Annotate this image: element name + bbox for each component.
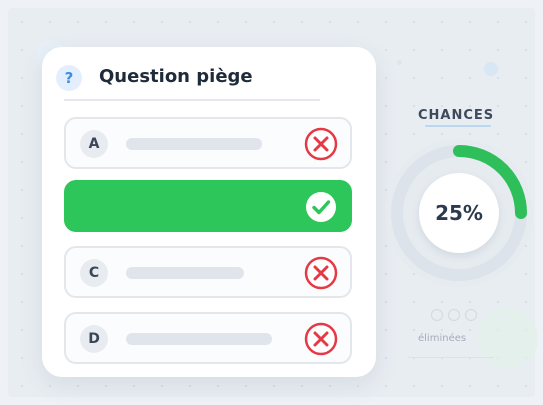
title-divider	[64, 99, 320, 101]
question-title: Question piège	[99, 66, 253, 87]
eliminated-dot	[465, 309, 477, 321]
question-icon: ?	[56, 65, 82, 91]
x-circle-icon	[304, 322, 338, 356]
option-a[interactable]: A	[64, 117, 352, 169]
option-text-placeholder	[126, 138, 262, 150]
decorative-circle	[478, 308, 538, 368]
x-circle-icon	[304, 256, 338, 290]
decorative-circle	[397, 60, 402, 65]
eliminated-label: éliminées	[418, 333, 467, 344]
check-circle-icon	[306, 192, 336, 222]
option-d[interactable]: D	[64, 312, 352, 364]
option-c[interactable]: C	[64, 246, 352, 298]
chances-underline	[425, 125, 491, 127]
chances-label: CHANCES	[418, 108, 495, 123]
option-text-placeholder	[126, 333, 272, 345]
option-letter: D	[80, 325, 108, 353]
eliminated-dot	[431, 309, 443, 321]
question-card: ? Question piège A C D	[42, 47, 376, 377]
option-b-correct[interactable]	[64, 180, 352, 232]
x-circle-icon	[304, 127, 338, 161]
decorative-circle	[484, 62, 498, 76]
eliminated-dot	[448, 309, 460, 321]
eliminated-divider	[408, 357, 494, 358]
chances-value: 25%	[419, 173, 499, 253]
option-letter: A	[80, 130, 108, 158]
eliminated-indicators	[431, 309, 477, 321]
option-letter: C	[80, 259, 108, 287]
option-text-placeholder	[126, 267, 244, 279]
